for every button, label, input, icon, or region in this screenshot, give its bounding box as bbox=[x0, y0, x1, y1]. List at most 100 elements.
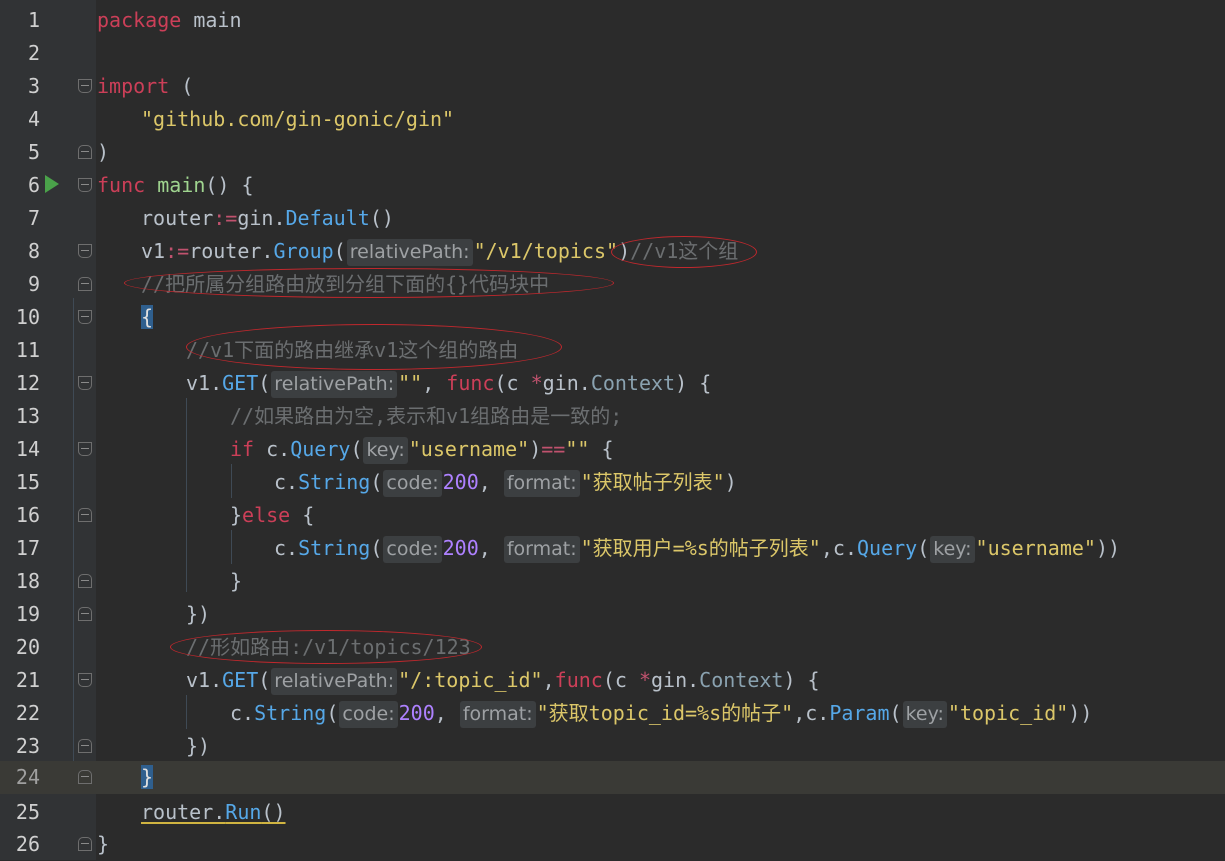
line-number: 15 bbox=[15, 470, 40, 494]
fold-collapse-icon[interactable] bbox=[78, 178, 92, 192]
fold-end-icon[interactable] bbox=[78, 574, 92, 588]
param-hint: code: bbox=[383, 536, 442, 563]
param-hint: key: bbox=[363, 437, 408, 464]
matched-brace: } bbox=[141, 765, 154, 789]
fold-end-icon[interactable] bbox=[78, 739, 92, 753]
line-number: 6 bbox=[27, 173, 40, 197]
line-number: 11 bbox=[15, 338, 40, 362]
code-text: import ( bbox=[97, 74, 194, 98]
param-hint: relativePath: bbox=[346, 239, 473, 266]
fold-collapse-icon[interactable] bbox=[78, 79, 92, 93]
line-number: 3 bbox=[27, 74, 40, 98]
fold-end-icon[interactable] bbox=[78, 508, 92, 522]
code-text: { bbox=[141, 301, 154, 334]
current-line[interactable]: 24 } bbox=[0, 761, 1225, 794]
fold-collapse-icon[interactable] bbox=[78, 244, 92, 258]
line-number: 18 bbox=[15, 569, 40, 593]
code-text: router:=gin.Default() bbox=[141, 206, 394, 230]
code-text: }) bbox=[186, 734, 211, 758]
code-line[interactable]: 10 { bbox=[0, 301, 1225, 334]
code-text: "github.com/gin-gonic/gin" bbox=[141, 107, 455, 131]
code-text: }else { bbox=[230, 503, 315, 527]
param-hint: key: bbox=[930, 536, 975, 563]
line-number: 14 bbox=[15, 437, 40, 461]
line-number: 2 bbox=[27, 41, 40, 65]
line-number: 20 bbox=[15, 635, 40, 659]
code-text: ) bbox=[97, 140, 110, 164]
code-line[interactable]: 1 package main bbox=[0, 4, 1225, 37]
code-text: func main() { bbox=[97, 173, 254, 197]
code-text: } bbox=[97, 832, 110, 856]
code-text: c.String(code: 200, format: "获取用户=%s的帖子列表"… bbox=[274, 532, 1120, 565]
line-number: 23 bbox=[15, 734, 40, 758]
param-hint: code: bbox=[339, 701, 398, 728]
fold-end-icon[interactable] bbox=[78, 607, 92, 621]
param-hint: code: bbox=[383, 470, 442, 497]
param-hint: format: bbox=[459, 701, 536, 728]
fold-end-icon[interactable] bbox=[78, 277, 92, 291]
code-line[interactable]: 19 }) bbox=[0, 598, 1225, 631]
comment: //如果路由为空,表示和v1组路由是一致的; bbox=[230, 404, 623, 428]
fold-collapse-icon[interactable] bbox=[78, 376, 92, 390]
fold-collapse-icon[interactable] bbox=[78, 673, 92, 687]
line-number: 10 bbox=[15, 305, 40, 329]
line-number: 24 bbox=[15, 765, 40, 789]
fold-collapse-icon[interactable] bbox=[78, 310, 92, 324]
code-line[interactable]: 15 c.String(code: 200, format: "获取帖子列表") bbox=[0, 466, 1225, 499]
code-text: v1.GET(relativePath: "", func(c *gin.Cont… bbox=[186, 367, 711, 400]
code-line[interactable]: 21 v1.GET(relativePath: "/:topic_id",func… bbox=[0, 664, 1225, 697]
code-line[interactable]: 16 }else { bbox=[0, 499, 1225, 532]
code-line[interactable]: 18 } bbox=[0, 565, 1225, 598]
param-hint: key: bbox=[902, 701, 947, 728]
code-line[interactable]: 3 import ( bbox=[0, 70, 1225, 103]
code-line[interactable]: 26 } bbox=[0, 828, 1225, 861]
annotation-ellipse bbox=[170, 630, 482, 664]
code-text: } bbox=[230, 569, 243, 593]
code-text: package main bbox=[97, 8, 242, 32]
code-line[interactable]: 14 if c.Query(key: "username")=="" { bbox=[0, 433, 1225, 466]
matched-brace: { bbox=[141, 305, 154, 329]
code-line[interactable]: 6 func main() { bbox=[0, 169, 1225, 202]
line-number: 13 bbox=[15, 404, 40, 428]
line-number: 16 bbox=[15, 503, 40, 527]
code-line[interactable]: 7 router:=gin.Default() bbox=[0, 202, 1225, 235]
annotation-ellipse bbox=[124, 268, 614, 298]
fold-collapse-icon[interactable] bbox=[78, 442, 92, 456]
line-number: 5 bbox=[27, 140, 40, 164]
code-text: if c.Query(key: "username")=="" { bbox=[230, 433, 614, 466]
param-hint: format: bbox=[503, 536, 580, 563]
code-text: v1.GET(relativePath: "/:topic_id",func(c … bbox=[186, 664, 820, 697]
code-line[interactable]: 4 "github.com/gin-gonic/gin" bbox=[0, 103, 1225, 136]
code-editor[interactable]: 1 package main 2 3 import ( 4 "github.co… bbox=[0, 0, 1225, 860]
code-text: }) bbox=[186, 602, 211, 626]
line-number: 8 bbox=[27, 239, 40, 263]
code-line[interactable]: 12 v1.GET(relativePath: "", func(c *gin.C… bbox=[0, 367, 1225, 400]
code-line[interactable]: 22 c.String(code: 200, format: "获取topic_id… bbox=[0, 697, 1225, 730]
param-hint: format: bbox=[503, 470, 580, 497]
fold-end-icon[interactable] bbox=[78, 145, 92, 159]
code-line[interactable]: 13 //如果路由为空,表示和v1组路由是一致的; bbox=[0, 400, 1225, 433]
param-hint: relativePath: bbox=[271, 371, 398, 398]
code-line[interactable]: 2 bbox=[0, 37, 1225, 70]
code-line[interactable]: 17 c.String(code: 200, format: "获取用户=%s的帖子… bbox=[0, 532, 1225, 565]
line-number: 4 bbox=[27, 107, 40, 131]
code-line[interactable]: 25 router.Run() bbox=[0, 796, 1225, 829]
code-text: } bbox=[141, 761, 154, 794]
code-text: c.String(code: 200, format: "获取topic_id=%s… bbox=[230, 697, 1092, 730]
code-line[interactable]: 23 }) bbox=[0, 730, 1225, 763]
fold-end-icon[interactable] bbox=[78, 837, 92, 851]
line-number: 21 bbox=[15, 668, 40, 692]
code-text: c.String(code: 200, format: "获取帖子列表") bbox=[274, 466, 737, 499]
param-hint: relativePath: bbox=[271, 668, 398, 695]
line-number: 1 bbox=[27, 8, 40, 32]
line-number: 7 bbox=[27, 206, 40, 230]
line-number: 9 bbox=[27, 272, 40, 296]
annotation-ellipse bbox=[186, 324, 562, 370]
fold-end-icon[interactable] bbox=[78, 770, 92, 784]
code-line[interactable]: 5 ) bbox=[0, 136, 1225, 169]
line-number: 17 bbox=[15, 536, 40, 560]
line-number: 26 bbox=[15, 832, 40, 856]
line-number: 25 bbox=[15, 800, 40, 824]
code-line[interactable]: 11 //v1下面的路由继承v1这个组的路由 bbox=[0, 334, 1225, 367]
line-number: 22 bbox=[15, 701, 40, 725]
